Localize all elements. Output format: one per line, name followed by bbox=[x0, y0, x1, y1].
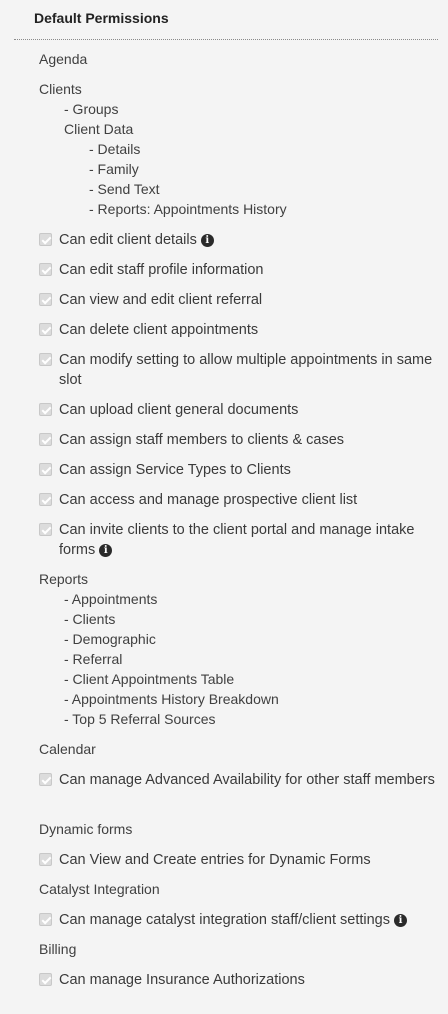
permission-label: Can modify setting to allow multiple app… bbox=[59, 352, 433, 388]
permission-checkbox[interactable] bbox=[39, 403, 52, 416]
permission-label: Can View and Create entries for Dynamic … bbox=[59, 852, 371, 868]
permission-checkbox[interactable] bbox=[39, 263, 52, 276]
permission-prospective-clients: Can access and manage prospective client… bbox=[39, 490, 439, 510]
permission-label: Can assign staff members to clients & ca… bbox=[59, 432, 345, 448]
permission-checkbox[interactable] bbox=[39, 353, 52, 366]
info-icon[interactable]: i bbox=[200, 234, 214, 247]
title-divider bbox=[14, 39, 438, 40]
section-clients: Clients bbox=[39, 81, 82, 97]
permission-delete-appointments: Can delete client appointments bbox=[39, 320, 439, 340]
permission-view-edit-referral: Can view and edit client referral bbox=[39, 290, 439, 310]
report-item: - Top 5 Referral Sources bbox=[64, 711, 216, 727]
report-item: - Client Appointments Table bbox=[64, 671, 235, 687]
permission-label: Can manage Insurance Authorizations bbox=[59, 972, 305, 988]
permission-checkbox[interactable] bbox=[39, 493, 52, 506]
permission-label: Can edit staff profile information bbox=[59, 262, 264, 278]
section-calendar: Calendar bbox=[39, 741, 96, 757]
permission-label: Can invite clients to the client portal … bbox=[59, 522, 415, 558]
info-icon[interactable]: i bbox=[99, 544, 113, 557]
permission-checkbox[interactable] bbox=[39, 523, 52, 536]
permission-multiple-appointments: Can modify setting to allow multiple app… bbox=[39, 350, 439, 390]
client-data-family-item: - Family bbox=[89, 161, 139, 177]
report-item: - Appointments bbox=[64, 591, 158, 607]
permission-label: Can manage catalyst integration staff/cl… bbox=[59, 912, 391, 928]
permission-dynamic-forms: Can View and Create entries for Dynamic … bbox=[39, 850, 439, 870]
info-icon[interactable]: i bbox=[394, 914, 408, 927]
client-data-send-text-item: - Send Text bbox=[89, 181, 160, 197]
permission-checkbox[interactable] bbox=[39, 973, 52, 986]
section-dynamic-forms: Dynamic forms bbox=[39, 821, 133, 837]
default-permissions-panel: Default Permissions Agenda Clients - Gro… bbox=[0, 0, 448, 1014]
report-item: - Referral bbox=[64, 651, 123, 667]
report-item: - Clients bbox=[64, 611, 116, 627]
permission-assign-staff: Can assign staff members to clients & ca… bbox=[39, 430, 439, 450]
permission-checkbox[interactable] bbox=[39, 913, 52, 926]
section-catalyst-integration: Catalyst Integration bbox=[39, 881, 160, 897]
permission-label: Can edit client details bbox=[59, 232, 197, 248]
permission-checkbox[interactable] bbox=[39, 233, 52, 246]
client-data-heading: Client Data bbox=[64, 121, 134, 137]
permission-assign-service-types: Can assign Service Types to Clients bbox=[39, 460, 439, 480]
permission-advanced-availability: Can manage Advanced Availability for oth… bbox=[39, 770, 439, 790]
panel-title: Default Permissions bbox=[34, 10, 169, 26]
permission-checkbox[interactable] bbox=[39, 853, 52, 866]
permission-checkbox[interactable] bbox=[39, 293, 52, 306]
permission-label: Can upload client general documents bbox=[59, 402, 299, 418]
permission-catalyst-settings: Can manage catalyst integration staff/cl… bbox=[39, 910, 439, 930]
permission-edit-staff-profile: Can edit staff profile information bbox=[39, 260, 439, 280]
permission-invite-client-portal: Can invite clients to the client portal … bbox=[39, 520, 439, 560]
permission-checkbox[interactable] bbox=[39, 323, 52, 336]
permission-upload-documents: Can upload client general documents bbox=[39, 400, 439, 420]
permission-insurance-authorizations: Can manage Insurance Authorizations bbox=[39, 970, 439, 990]
section-agenda: Agenda bbox=[39, 51, 88, 67]
permission-label: Can view and edit client referral bbox=[59, 292, 263, 308]
section-billing: Billing bbox=[39, 941, 77, 957]
permission-edit-client-details: Can edit client details i bbox=[39, 230, 439, 250]
permission-label: Can access and manage prospective client… bbox=[59, 492, 358, 508]
permission-label: Can delete client appointments bbox=[59, 322, 259, 338]
permission-label: Can manage Advanced Availability for oth… bbox=[59, 772, 435, 788]
permission-label: Can assign Service Types to Clients bbox=[59, 462, 291, 478]
report-item: - Demographic bbox=[64, 631, 156, 647]
permission-checkbox[interactable] bbox=[39, 433, 52, 446]
section-reports: Reports bbox=[39, 571, 89, 587]
report-item: - Appointments History Breakdown bbox=[64, 691, 279, 707]
permission-checkbox[interactable] bbox=[39, 463, 52, 476]
permission-checkbox[interactable] bbox=[39, 773, 52, 786]
clients-groups-item: - Groups bbox=[64, 101, 119, 117]
client-data-details-item: - Details bbox=[89, 141, 141, 157]
client-data-reports-history-item: - Reports: Appointments History bbox=[89, 201, 287, 217]
